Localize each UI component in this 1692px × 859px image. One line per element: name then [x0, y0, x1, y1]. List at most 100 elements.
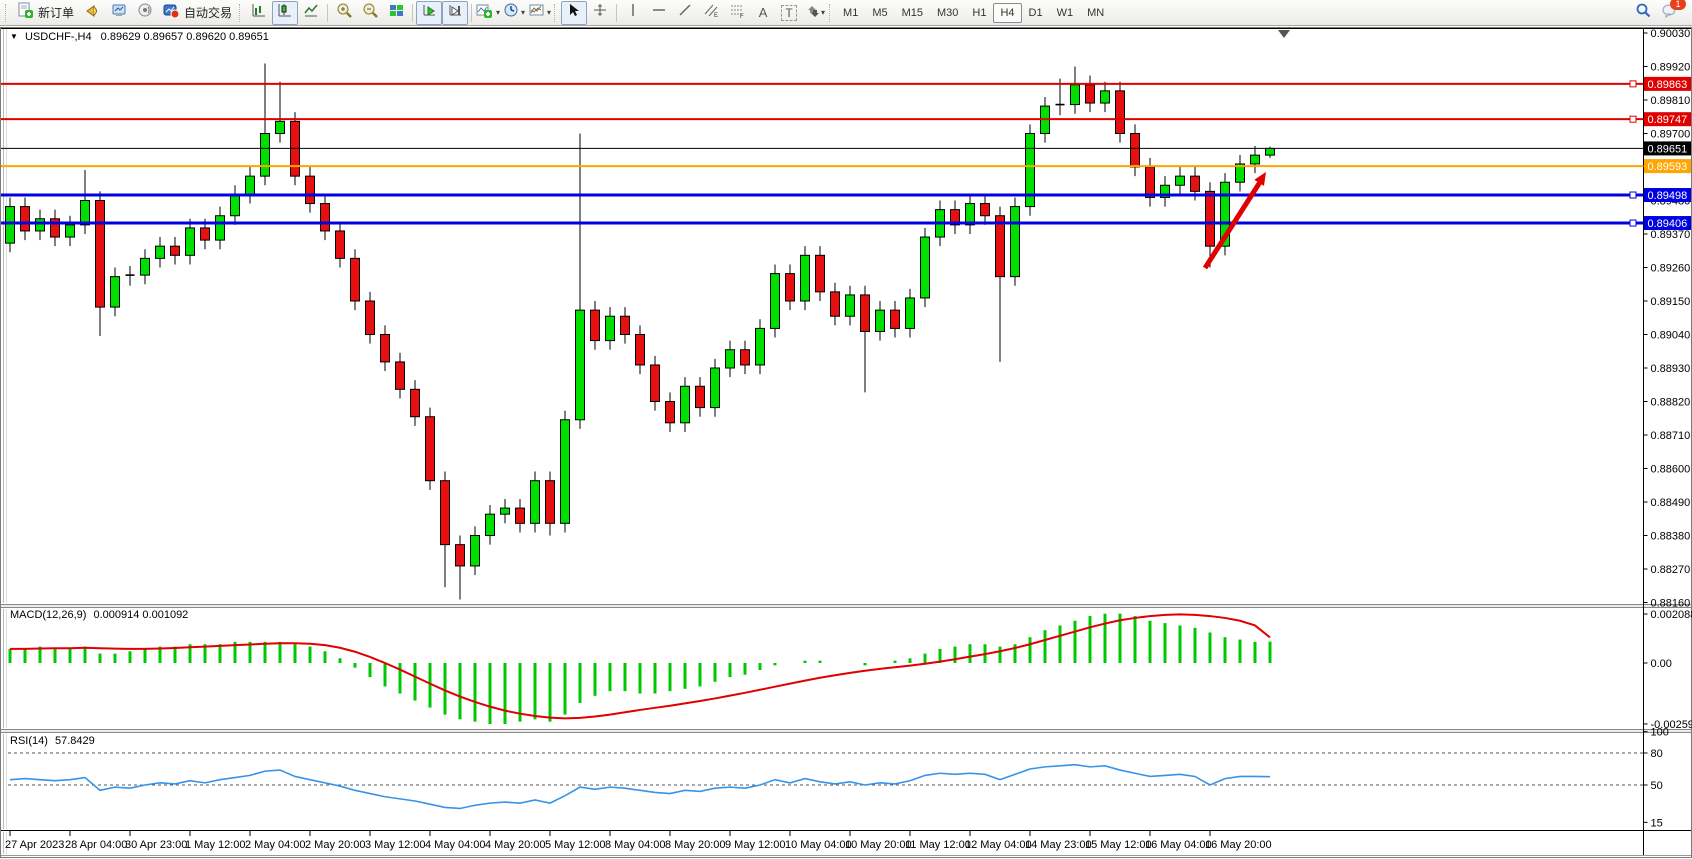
notification-count-badge: 1: [1670, 0, 1686, 10]
candlestick-chart-button[interactable]: [272, 1, 298, 25]
date-axis-label: 8 May 04:00: [605, 839, 666, 851]
new-order-label[interactable]: 新订单: [38, 4, 74, 21]
zoom-in-button[interactable]: [331, 1, 357, 25]
date-axis-label: 5 May 12:00: [545, 839, 606, 851]
cursor-icon: [566, 2, 583, 24]
chart-menu-arrow-icon[interactable]: ▼: [10, 32, 18, 41]
tile-windows-button[interactable]: [383, 1, 409, 25]
notifications-button[interactable]: 1: [1656, 1, 1682, 25]
line-chart-icon: [303, 2, 320, 24]
date-axis-label: 3 May 12:00: [365, 839, 426, 851]
arrows-icon: [805, 2, 820, 24]
autotrade-icon: [163, 2, 180, 24]
chart-window: 0.900300.899200.898100.897000.895900.894…: [0, 26, 1692, 859]
candlestick-chart-icon: [277, 2, 294, 24]
crosshair-button[interactable]: [587, 1, 613, 25]
price-axis-label: 0.88930: [1651, 363, 1691, 375]
price-axis-label: 0.90030: [1651, 28, 1691, 40]
indicators-button[interactable]: ▾: [475, 1, 501, 25]
date-axis-label: 2 May 20:00: [305, 839, 366, 851]
tab-timeframe-m15[interactable]: M15: [895, 3, 930, 23]
date-axis-label: 4 May 04:00: [425, 839, 486, 851]
date-axis-label: 8 May 20:00: [665, 839, 726, 851]
date-axis-label: 2 May 04:00: [245, 839, 306, 851]
date-axis-label: 10 May 04:00: [785, 839, 852, 851]
autotrade-label[interactable]: 自动交易: [184, 4, 232, 21]
tab-timeframe-m1[interactable]: M1: [836, 3, 865, 23]
bar-chart-icon: [251, 2, 268, 24]
periods-button[interactable]: ▾: [501, 1, 527, 25]
channel-button[interactable]: E: [698, 1, 724, 25]
signal-icon: [137, 2, 154, 24]
trendline-icon: [677, 2, 694, 24]
new-order-icon: [17, 2, 34, 24]
templates-button[interactable]: ▾: [527, 1, 553, 25]
market-watch-icon: [111, 2, 128, 24]
line-handle[interactable]: [1630, 192, 1636, 198]
chart-shift-button[interactable]: [442, 1, 468, 25]
market-watch-button[interactable]: [106, 1, 132, 25]
tab-timeframe-d1[interactable]: D1: [1022, 3, 1050, 23]
price-badge-text: 0.89747: [1648, 114, 1688, 126]
tab-timeframe-w1[interactable]: W1: [1050, 3, 1081, 23]
price-axis-label: 0.89040: [1651, 330, 1691, 342]
zoom-out-button[interactable]: [357, 1, 383, 25]
separator: [327, 4, 328, 22]
line-handle[interactable]: [1630, 220, 1636, 226]
price-badge-text: 0.89593: [1648, 161, 1688, 173]
chart-symbol-period: USDCHF-,H4: [25, 31, 92, 43]
tab-timeframe-h1[interactable]: H1: [965, 3, 993, 23]
text-label-button[interactable]: T: [776, 1, 802, 25]
date-axis-label: 30 Apr 23:00: [125, 839, 187, 851]
line-chart-button[interactable]: [298, 1, 324, 25]
macd-axis-label: 0.002088: [1651, 609, 1692, 621]
text-button[interactable]: A: [750, 1, 776, 25]
text-icon: A: [759, 5, 768, 20]
price-badge-text: 0.89863: [1648, 79, 1688, 91]
zoom-out-icon: [362, 2, 379, 24]
cursor-button[interactable]: [561, 1, 587, 25]
group-grip: [554, 4, 558, 22]
price-axis-label: 0.89920: [1651, 62, 1691, 74]
crosshair-icon: [592, 2, 609, 24]
line-handle[interactable]: [1630, 81, 1636, 87]
separator: [471, 4, 472, 22]
rsi-indicator-value: 57.8429: [55, 735, 95, 747]
rsi-panel-label: RSI(14) 57.8429: [10, 735, 95, 747]
date-axis-label: 1 May 12:00: [185, 839, 246, 851]
chart-canvas[interactable]: 0.900300.899200.898100.897000.895900.894…: [0, 26, 1692, 859]
channel-icon: E: [703, 2, 720, 24]
price-badge-text: 0.89406: [1648, 218, 1688, 230]
arrows-button[interactable]: ▾: [802, 1, 828, 25]
price-axis-label: 0.88270: [1651, 564, 1691, 576]
price-badge-text: 0.89651: [1648, 143, 1688, 155]
group-grip: [829, 4, 833, 22]
price-axis-label: 0.89150: [1651, 296, 1691, 308]
macd-indicator-name: MACD(12,26,9): [10, 609, 86, 621]
search-button[interactable]: [1630, 1, 1656, 25]
horizontal-line-button[interactable]: [646, 1, 672, 25]
trendline-button[interactable]: [672, 1, 698, 25]
templates-icon: [529, 2, 546, 24]
tab-timeframe-h4[interactable]: H4: [993, 3, 1021, 23]
chevron-down-icon: ▾: [496, 8, 500, 17]
tab-timeframe-m30[interactable]: M30: [930, 3, 965, 23]
chart-ohlc-values: 0.89629 0.89657 0.89620 0.89651: [101, 31, 269, 43]
bar-chart-button[interactable]: [246, 1, 272, 25]
chevron-down-icon: ▾: [821, 8, 825, 17]
price-axis-label: 0.89370: [1651, 229, 1691, 241]
tab-timeframe-mn[interactable]: MN: [1080, 3, 1111, 23]
separator: [412, 4, 413, 22]
fibonacci-button[interactable]: F: [724, 1, 750, 25]
signal-button[interactable]: [132, 1, 158, 25]
date-axis-label: 28 Apr 04:00: [65, 839, 127, 851]
vertical-line-button[interactable]: [620, 1, 646, 25]
auto-scroll-button[interactable]: [416, 1, 442, 25]
rsi-axis-label: 15: [1651, 817, 1663, 829]
new-order-button[interactable]: [12, 1, 38, 25]
autotrade-button[interactable]: [158, 1, 184, 25]
line-handle[interactable]: [1630, 116, 1636, 122]
tab-timeframe-m5[interactable]: M5: [865, 3, 894, 23]
date-axis-label: 11 May 12:00: [905, 839, 971, 851]
announcement-button[interactable]: [80, 1, 106, 25]
